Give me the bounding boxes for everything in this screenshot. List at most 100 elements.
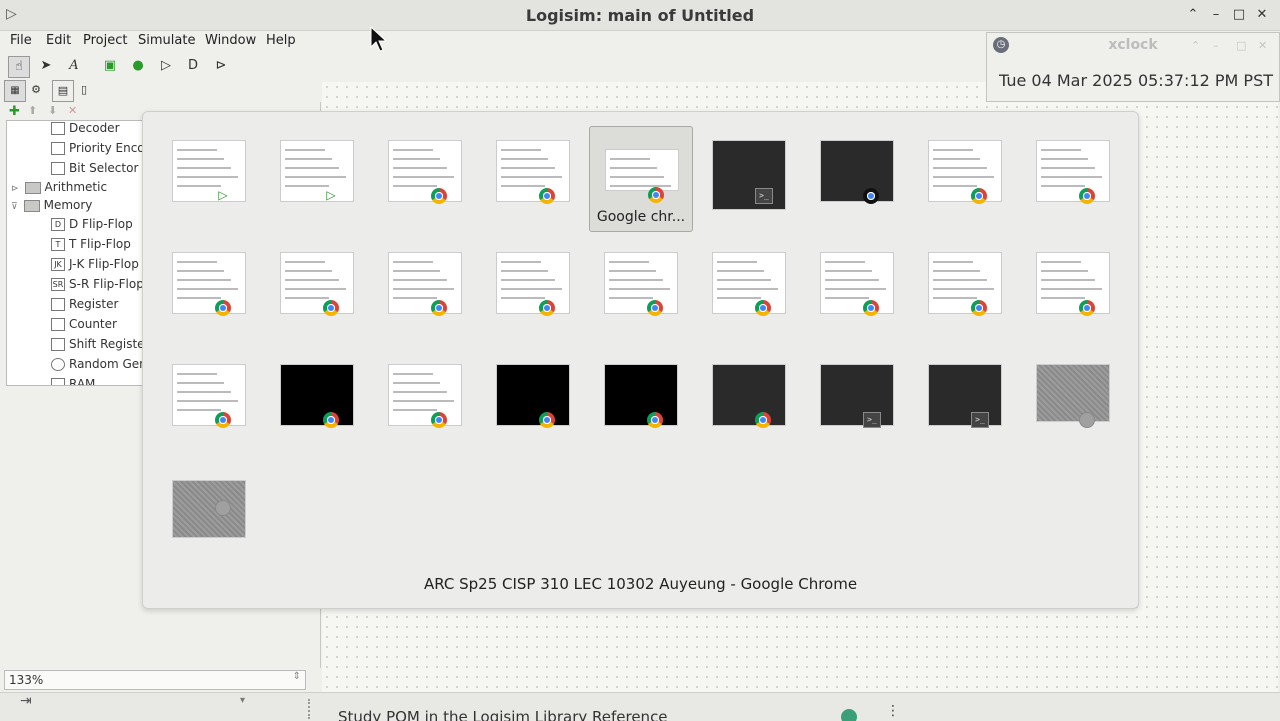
switcher-window-22[interactable] <box>481 350 583 454</box>
layout-view-icon[interactable]: ▤ <box>52 80 74 102</box>
switcher-window-24[interactable] <box>697 350 799 454</box>
tree-item-bit-selector[interactable]: Bit Selector <box>51 161 138 175</box>
or-gate-icon[interactable]: ⊳ <box>211 56 231 76</box>
thumbnail-line <box>177 373 217 375</box>
menu-project[interactable]: Project <box>83 33 127 48</box>
switcher-window-8[interactable] <box>913 126 1015 230</box>
chrome-icon <box>539 300 555 316</box>
title-bar[interactable]: ▷ Logisim: main of Untitled ⌃ – □ ✕ <box>0 0 1280 31</box>
close-icon[interactable]: ✕ <box>1258 39 1267 52</box>
minimize-icon[interactable]: – <box>1208 7 1224 23</box>
toolbox-view-icon[interactable]: ▦ <box>4 80 26 102</box>
thumbnail-line <box>1041 158 1088 160</box>
drag-handle[interactable] <box>308 699 316 719</box>
switcher-window-4[interactable] <box>481 126 583 230</box>
switcher-window-23[interactable] <box>589 350 691 454</box>
component-tree: Decoder Priority Enco Bit Selector ⊳ Arit… <box>6 120 148 386</box>
switcher-window-6[interactable]: >_ <box>697 126 799 230</box>
thumbnail-line <box>501 288 562 290</box>
zoom-spinner-icon[interactable]: ⇕ <box>293 671 301 682</box>
switcher-window-3[interactable] <box>373 126 475 230</box>
window-thumbnail <box>172 480 246 538</box>
thumbnail-line <box>717 288 778 290</box>
switcher-window-16[interactable] <box>805 238 907 342</box>
and-gate-icon[interactable]: D <box>183 56 203 76</box>
switcher-window-2[interactable]: ▷ <box>265 126 367 230</box>
switcher-window-21[interactable] <box>373 350 475 454</box>
switcher-window-7[interactable] <box>805 126 907 230</box>
chrome-icon <box>755 300 771 316</box>
move-down-icon[interactable]: ⬇ <box>48 104 57 117</box>
move-up-icon[interactable]: ⬆ <box>28 104 37 117</box>
switcher-window-25[interactable]: >_ <box>805 350 907 454</box>
switcher-window-1[interactable]: ▷ <box>157 126 259 230</box>
thumbnail-line <box>717 270 764 272</box>
chevron-up-icon[interactable]: ⌃ <box>1185 7 1201 23</box>
maximize-icon[interactable]: □ <box>1231 7 1247 23</box>
switcher-window-26[interactable]: >_ <box>913 350 1015 454</box>
arrow-select-icon[interactable]: ➤ <box>36 56 56 76</box>
switcher-window-17[interactable] <box>913 238 1015 342</box>
switcher-window-11[interactable] <box>265 238 367 342</box>
switcher-window-9[interactable] <box>1021 126 1123 230</box>
thumbnail-line <box>177 391 231 393</box>
switcher-window-28[interactable] <box>157 462 259 566</box>
text-tool-icon[interactable]: A <box>64 56 84 76</box>
minimize-icon[interactable]: – <box>1213 39 1219 52</box>
switcher-window-13[interactable] <box>481 238 583 342</box>
taskbar: ⇥ ▾ Study POM in the Logisim Library Ref… <box>0 692 1280 721</box>
switcher-window-20[interactable] <box>265 350 367 454</box>
output-pin-icon[interactable]: ● <box>128 56 148 76</box>
taskbar-window-label[interactable]: Study POM in the Logisim Library Referen… <box>338 708 668 721</box>
t-flipflop-icon: T <box>51 238 65 251</box>
zoom-field[interactable]: 133% ⇕ <box>4 670 306 690</box>
random-icon <box>51 358 65 371</box>
expand-icon[interactable]: ⊳ <box>11 184 19 194</box>
thumbnail-line <box>1041 185 1085 187</box>
thumbnail-line <box>1041 279 1095 281</box>
tree-item-jk-flip-flop[interactable]: JK J-K Flip-Flop <box>51 257 139 271</box>
tree-item-priority-encoder[interactable]: Priority Enco <box>51 141 145 155</box>
chevron-up-icon[interactable]: ⌃ <box>1191 39 1200 52</box>
maximize-icon[interactable]: □ <box>1236 39 1246 52</box>
menu-help[interactable]: Help <box>266 33 296 48</box>
more-options-icon[interactable]: ⋮ <box>886 703 900 719</box>
switcher-window-18[interactable] <box>1021 238 1123 342</box>
menu-simulate[interactable]: Simulate <box>138 33 195 48</box>
thumbnail-line <box>177 149 217 151</box>
delete-icon[interactable]: ✕ <box>68 104 77 117</box>
close-icon[interactable]: ✕ <box>1254 7 1270 23</box>
input-pin-icon[interactable]: ▣ <box>100 56 120 76</box>
thumbnail-line <box>177 382 224 384</box>
switcher-window-10[interactable] <box>157 238 259 342</box>
tree-item-shift-register[interactable]: Shift Register <box>51 337 147 351</box>
simulation-view-icon[interactable]: ⚙ <box>26 80 46 100</box>
arrow-right-icon[interactable]: ⇥ <box>20 693 32 709</box>
switcher-window-19[interactable] <box>157 350 259 454</box>
thumbnail-line <box>825 261 865 263</box>
tree-item-d-flip-flop[interactable]: D D Flip-Flop <box>51 217 133 231</box>
not-gate-icon[interactable]: ▷ <box>156 56 176 76</box>
tree-folder-memory[interactable]: ⊽ Memory <box>11 198 92 212</box>
tree-item-random-generator[interactable]: Random Gen <box>51 357 147 371</box>
chevron-down-icon[interactable]: ▾ <box>240 695 245 706</box>
tree-item-decoder[interactable]: Decoder <box>51 121 120 135</box>
tree-item-counter[interactable]: Counter <box>51 317 117 331</box>
menu-edit[interactable]: Edit <box>46 33 71 48</box>
tree-item-ram[interactable]: RAM <box>51 377 95 385</box>
hand-poke-icon[interactable]: ☝ <box>8 56 30 78</box>
switcher-window-14[interactable] <box>589 238 691 342</box>
menu-window[interactable]: Window <box>205 33 256 48</box>
add-circuit-icon[interactable]: ✚ <box>9 104 20 119</box>
collapse-icon[interactable]: ⊽ <box>11 202 18 212</box>
tree-item-sr-flip-flop[interactable]: SR S-R Flip-Flop <box>51 277 144 291</box>
switcher-window-27[interactable] <box>1021 350 1123 454</box>
appearance-view-icon[interactable]: ▯ <box>74 80 94 100</box>
menu-file[interactable]: File <box>10 33 32 48</box>
switcher-window-5[interactable]: Google chr... <box>589 126 693 232</box>
switcher-window-15[interactable] <box>697 238 799 342</box>
switcher-window-12[interactable] <box>373 238 475 342</box>
tree-folder-arithmetic[interactable]: ⊳ Arithmetic <box>11 180 107 194</box>
tree-item-register[interactable]: Register <box>51 297 118 311</box>
tree-item-t-flip-flop[interactable]: T T Flip-Flop <box>51 237 131 251</box>
